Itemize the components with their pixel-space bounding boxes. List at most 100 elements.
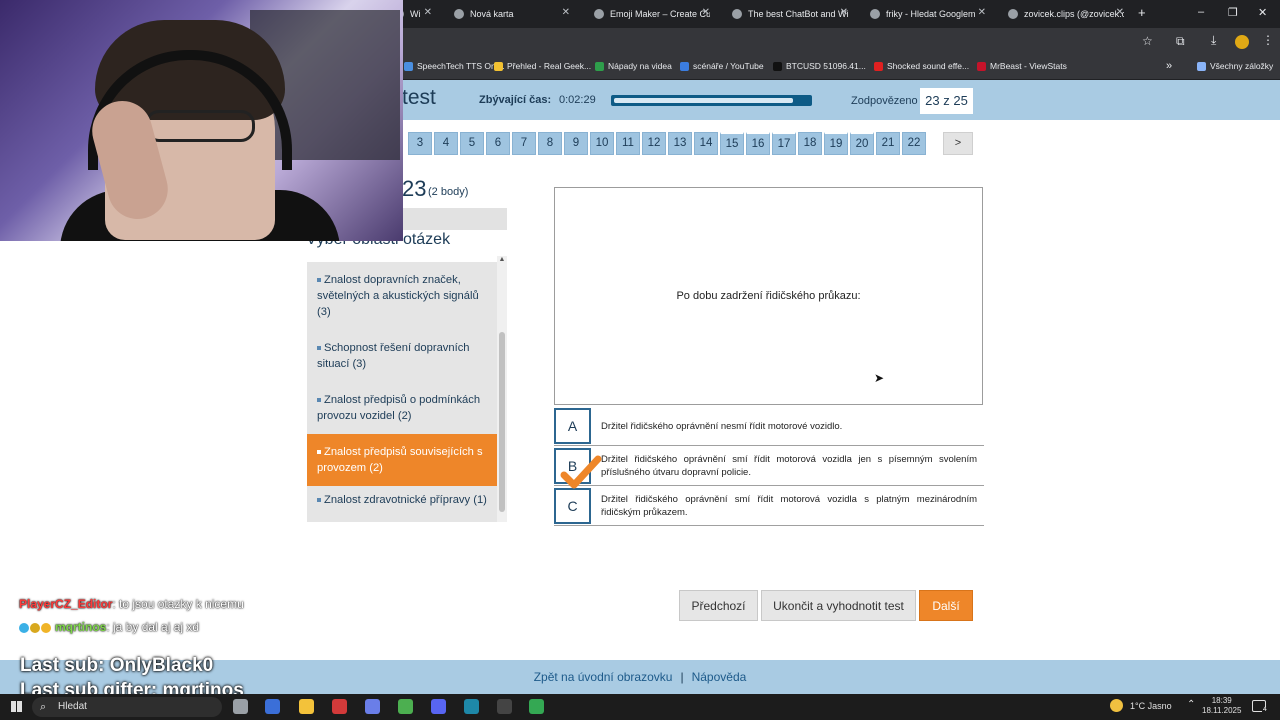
chat-message: PlayerCZ_Editor: to jsou otazky k nicemu bbox=[19, 597, 244, 611]
bookmark-item[interactable]: Nápady na videa bbox=[595, 61, 672, 71]
bookmarks-more-icon[interactable]: » bbox=[1166, 60, 1172, 72]
tray-chevron-icon[interactable]: ⌃ bbox=[1187, 699, 1195, 710]
profile-avatar[interactable] bbox=[1235, 35, 1249, 49]
tab-close-icon[interactable]: ✕ bbox=[702, 7, 710, 18]
scroll-up-icon[interactable]: ▲ bbox=[497, 256, 507, 266]
chat-text: : to jsou otazky k nicemu bbox=[112, 597, 244, 611]
chrome-icon[interactable] bbox=[529, 699, 544, 714]
bookmark-item[interactable]: scénáře / YouTube bbox=[680, 61, 764, 71]
question-nav-item[interactable]: 17 bbox=[772, 132, 796, 155]
browser-tab[interactable]: zovicek.clips (@zovicek.cl ✕ bbox=[994, 0, 1132, 28]
obs-icon[interactable] bbox=[497, 699, 512, 714]
bookmark-icon bbox=[494, 61, 503, 71]
bookmark-label: SpeechTech TTS Onl... bbox=[417, 61, 505, 71]
extensions-icon[interactable]: ⧉ bbox=[1176, 34, 1185, 49]
last-sub: Last sub: OnlyBlack0 bbox=[20, 655, 214, 676]
question-nav-next-button[interactable]: > bbox=[943, 132, 973, 155]
chat-username: PlayerCZ_Editor bbox=[19, 597, 113, 611]
bookmark-item[interactable]: MrBeast - ViewStats bbox=[977, 61, 1067, 71]
question-nav-item[interactable]: 8 bbox=[538, 132, 562, 155]
question-nav-item[interactable]: 16 bbox=[746, 132, 770, 155]
menu-icon[interactable]: ⋮ bbox=[1262, 33, 1274, 47]
question-nav-item[interactable]: 20 bbox=[850, 132, 874, 155]
question-nav-item[interactable]: 11 bbox=[616, 132, 640, 155]
taskbar-clock[interactable]: 18:39 18.11.2025 bbox=[1202, 696, 1241, 716]
question-nav-item[interactable]: 12 bbox=[642, 132, 666, 155]
home-link[interactable]: Zpět na úvodní obrazovku bbox=[534, 670, 673, 684]
bookmark-label: Nápady na videa bbox=[608, 61, 672, 71]
browser-tab[interactable]: The best ChatBot and Wi ✕ bbox=[718, 0, 856, 28]
chat-message: mqrtinos: ja by dal aj aj xd bbox=[19, 620, 199, 634]
question-number: 23 bbox=[402, 176, 427, 201]
help-link[interactable]: Nápověda bbox=[692, 670, 747, 684]
page-title: test bbox=[402, 86, 436, 109]
next-button[interactable]: Další bbox=[919, 590, 973, 621]
answer-text-content: Držitel řidičského oprávnění nesmí řídit… bbox=[601, 420, 843, 432]
bookmark-item[interactable]: Přehled - Real Geek... bbox=[494, 61, 591, 71]
close-window-icon[interactable]: ✕ bbox=[1258, 6, 1267, 19]
notifications-count: 4 bbox=[1262, 706, 1268, 713]
browser-tab[interactable]: Nová karta ✕ bbox=[440, 0, 578, 28]
question-nav-item[interactable]: 22 bbox=[902, 132, 926, 155]
areas-scrollbar[interactable]: ▲ bbox=[497, 256, 507, 522]
taskbar-search[interactable]: ⌕ Hledat bbox=[32, 697, 222, 717]
crown-badge-icon bbox=[30, 622, 40, 633]
app-icon[interactable] bbox=[464, 699, 479, 714]
tab-close-icon[interactable]: ✕ bbox=[840, 7, 848, 18]
question-nav-item[interactable]: 21 bbox=[876, 132, 900, 155]
finish-test-button[interactable]: Ukončit a vyhodnotit test bbox=[761, 590, 916, 621]
star-icon[interactable]: ☆ bbox=[1142, 34, 1153, 48]
tab-close-icon[interactable]: ✕ bbox=[978, 7, 986, 18]
area-item[interactable]: Znalost zdravotnické přípravy (1) bbox=[307, 492, 497, 508]
tab-close-icon[interactable]: ✕ bbox=[424, 7, 432, 18]
question-nav-item[interactable]: 19 bbox=[824, 132, 848, 155]
area-item[interactable]: Schopnost řešení dopravních situací (3) bbox=[307, 340, 497, 372]
tab-close-icon[interactable]: ✕ bbox=[562, 7, 570, 18]
bookmark-item[interactable]: SpeechTech TTS Onl... bbox=[404, 61, 505, 71]
maximize-icon[interactable]: ❐ bbox=[1228, 6, 1238, 19]
answer-text[interactable]: Držitel řidičského oprávnění smí řídit m… bbox=[601, 486, 977, 526]
area-item[interactable]: Znalost předpisů souvisejících s provoze… bbox=[307, 434, 497, 486]
answer-option[interactable]: C Držitel řidičského oprávnění smí řídit … bbox=[554, 486, 984, 526]
new-tab-button[interactable]: + bbox=[1138, 5, 1146, 20]
task-view-icon[interactable] bbox=[233, 699, 248, 714]
app-icon[interactable] bbox=[332, 699, 347, 714]
answer-letter-box[interactable]: C bbox=[554, 488, 591, 524]
question-nav-item[interactable]: 14 bbox=[694, 132, 718, 155]
browser-tab[interactable]: Emoji Maker – Create Cus ✕ bbox=[580, 0, 718, 28]
browser-tab[interactable]: friky - Hledat Googlem ✕ bbox=[856, 0, 994, 28]
question-nav-item[interactable]: 18 bbox=[798, 132, 822, 155]
all-bookmarks-button[interactable]: Všechny záložky bbox=[1197, 61, 1273, 71]
question-nav-item[interactable]: 4 bbox=[434, 132, 458, 155]
answer-text[interactable]: Držitel řidičského oprávnění nesmí řídit… bbox=[601, 406, 977, 446]
answer-option[interactable]: A Držitel řidičského oprávnění nesmí řídi… bbox=[554, 406, 984, 446]
chrome-icon[interactable] bbox=[398, 699, 413, 714]
answer-text[interactable]: Držitel řidičského oprávnění smí řídit m… bbox=[601, 446, 977, 486]
file-explorer-icon[interactable] bbox=[299, 699, 314, 714]
taskbar-weather[interactable]: 1°C Jasno bbox=[1130, 701, 1172, 711]
answer-option[interactable]: B Držitel řidičského oprávnění smí řídit … bbox=[554, 446, 984, 486]
question-nav-item[interactable]: 10 bbox=[590, 132, 614, 155]
minimize-icon[interactable]: – bbox=[1198, 6, 1204, 18]
question-nav-item[interactable]: 5 bbox=[460, 132, 484, 155]
app-icon[interactable] bbox=[265, 699, 280, 714]
download-icon[interactable]: ⤓ bbox=[1211, 33, 1216, 48]
area-item[interactable]: Znalost předpisů o podmínkách provozu vo… bbox=[307, 392, 497, 424]
question-nav-item[interactable]: 15 bbox=[720, 132, 744, 155]
answer-letter-box[interactable]: A bbox=[554, 408, 591, 444]
question-nav-item[interactable]: 9 bbox=[564, 132, 588, 155]
previous-button[interactable]: Předchozí bbox=[679, 590, 758, 621]
scroll-thumb[interactable] bbox=[499, 332, 505, 512]
area-item[interactable]: Znalost dopravních značek, světelných a … bbox=[307, 272, 497, 320]
question-nav-item[interactable]: 6 bbox=[486, 132, 510, 155]
question-nav-item[interactable]: 3 bbox=[408, 132, 432, 155]
bullet-icon bbox=[317, 450, 321, 455]
app-icon[interactable] bbox=[365, 699, 380, 714]
question-nav-item[interactable]: 13 bbox=[668, 132, 692, 155]
bookmark-item[interactable]: BTCUSD 51096.41... bbox=[773, 61, 866, 71]
start-icon[interactable] bbox=[11, 701, 22, 712]
discord-icon[interactable] bbox=[431, 699, 446, 714]
tab-close-icon[interactable]: ✕ bbox=[1116, 7, 1124, 18]
question-nav-item[interactable]: 7 bbox=[512, 132, 536, 155]
bookmark-item[interactable]: Shocked sound effe... bbox=[874, 61, 969, 71]
